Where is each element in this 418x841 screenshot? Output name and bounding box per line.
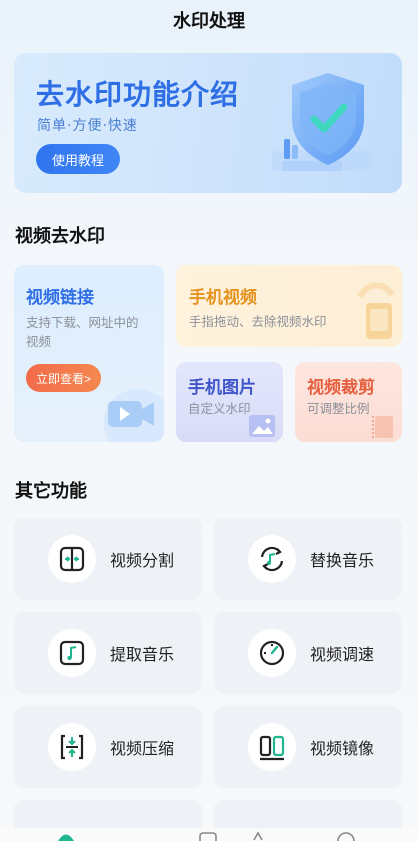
tutorial-button[interactable]: 使用教程 bbox=[36, 144, 121, 174]
tile-extract-music[interactable]: 提取音乐 bbox=[14, 612, 202, 694]
bottom-tab-bar bbox=[0, 828, 418, 841]
extract-music-icon bbox=[48, 629, 96, 677]
app-header: 水印处理 bbox=[0, 0, 418, 40]
mirror-icon bbox=[248, 723, 296, 771]
phone-video-title: 手机视频 bbox=[189, 288, 257, 308]
video-crop-card[interactable]: 视频裁剪 可调整比例 bbox=[295, 362, 402, 442]
tab-icon[interactable] bbox=[336, 830, 356, 841]
phone-image-title: 手机图片 bbox=[188, 378, 256, 398]
speed-icon bbox=[248, 629, 296, 677]
phone-video-desc: 手指拖动、去除视频水印 bbox=[189, 314, 327, 329]
other-section-title: 其它功能 bbox=[15, 481, 87, 502]
compress-icon bbox=[48, 723, 96, 771]
tile-label: 视频压缩 bbox=[110, 739, 175, 758]
video-link-desc: 支持下载、网址中的视频 bbox=[26, 315, 139, 349]
crop-icon bbox=[372, 416, 393, 438]
tile-label: 视频调速 bbox=[310, 645, 375, 664]
banner-subtitle: 简单·方便·快速 bbox=[37, 118, 138, 134]
tile-label: 视频镜像 bbox=[310, 739, 375, 758]
tile-video-compress[interactable]: 视频压缩 bbox=[14, 706, 202, 788]
view-now-button[interactable]: 立即查看> bbox=[26, 364, 102, 392]
tile-label: 替换音乐 bbox=[310, 551, 375, 570]
phone-image-card[interactable]: 手机图片 自定义水印 bbox=[176, 362, 283, 442]
video-camera-icon bbox=[104, 389, 164, 442]
tile-replace-music[interactable]: 替换音乐 bbox=[214, 518, 402, 600]
image-icon bbox=[249, 415, 275, 437]
phone-video-card[interactable]: 手机视频 手指拖动、去除视频水印 bbox=[176, 265, 402, 347]
tile-label: 提取音乐 bbox=[110, 645, 175, 664]
video-crop-desc: 可调整比例 bbox=[307, 401, 370, 416]
tile-label: 视频分割 bbox=[110, 551, 175, 570]
tab-icon[interactable] bbox=[198, 832, 218, 841]
phone-image-desc: 自定义水印 bbox=[188, 401, 251, 416]
tile-partial-right[interactable] bbox=[214, 800, 402, 828]
video-link-title: 视频链接 bbox=[26, 288, 94, 308]
video-crop-title: 视频裁剪 bbox=[307, 378, 375, 398]
banner-title: 去水印功能介绍 bbox=[36, 78, 240, 111]
tile-video-mirror[interactable]: 视频镜像 bbox=[214, 706, 402, 788]
split-icon bbox=[48, 535, 96, 583]
shield-icon bbox=[272, 73, 372, 171]
intro-banner[interactable]: 去水印功能介绍 简单·方便·快速 使用教程 bbox=[14, 53, 402, 193]
video-section-title: 视频去水印 bbox=[15, 226, 105, 247]
tile-video-speed[interactable]: 视频调速 bbox=[214, 612, 402, 694]
tab-icon[interactable] bbox=[248, 830, 268, 841]
home-tab-icon[interactable] bbox=[56, 830, 76, 841]
phone-icon bbox=[357, 282, 395, 339]
tile-video-split[interactable]: 视频分割 bbox=[14, 518, 202, 600]
page-title: 水印处理 bbox=[173, 11, 245, 32]
tile-partial-left[interactable] bbox=[14, 800, 202, 828]
replace-music-icon bbox=[248, 535, 296, 583]
video-link-card[interactable]: 视频链接 支持下载、网址中的视频 立即查看> bbox=[14, 265, 164, 442]
